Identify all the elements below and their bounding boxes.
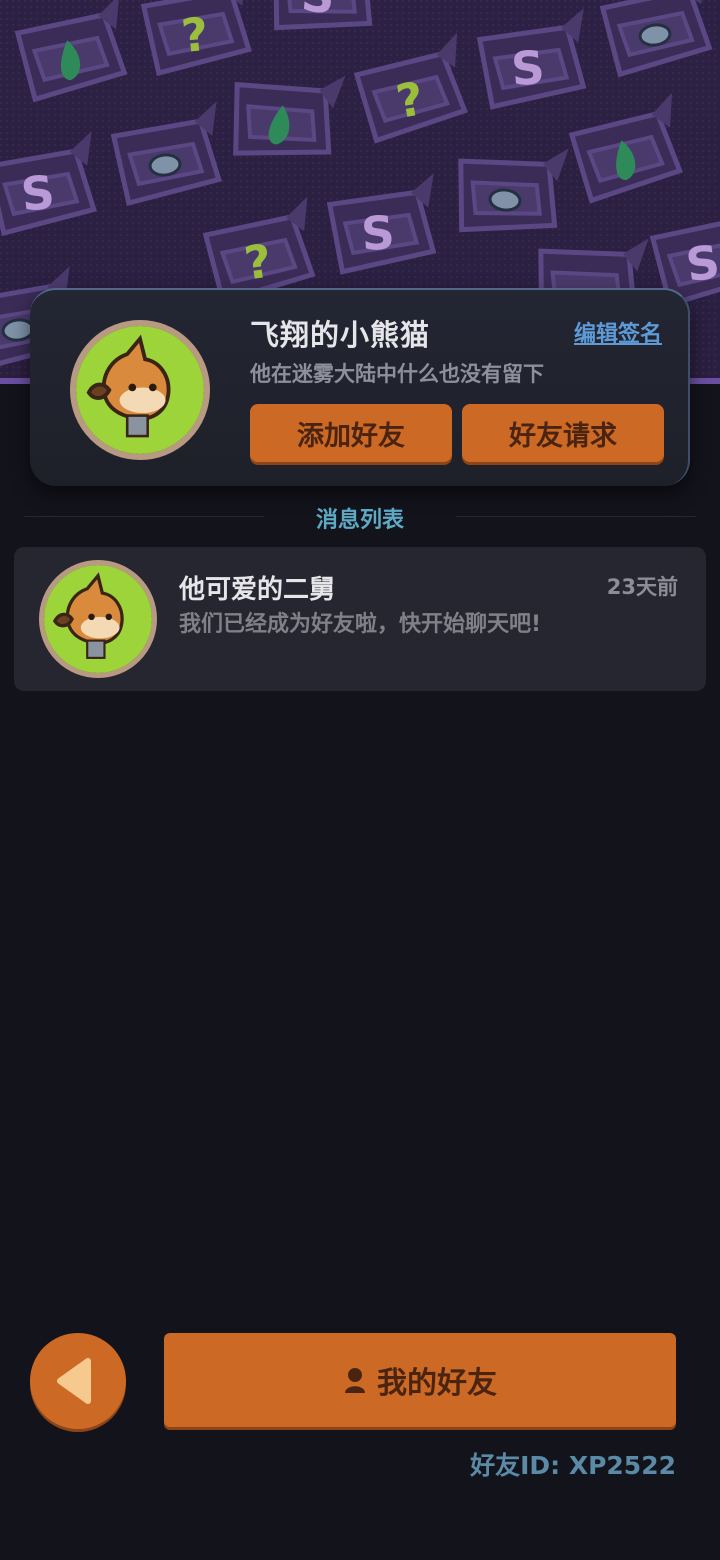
person-icon	[345, 1368, 365, 1393]
signature-text: 他在迷雾大陆中什么也没有留下	[250, 362, 544, 386]
message-sender-name: 他可爱的二舅	[179, 575, 336, 605]
friend-requests-button[interactable]: 好友请求	[462, 404, 664, 462]
fox-avatar-icon	[76, 326, 204, 454]
back-arrow-icon	[57, 1358, 91, 1404]
message-list-item[interactable]: 他可爱的二舅 23天前 我们已经成为好友啦，快开始聊天吧!	[14, 547, 706, 691]
fox-avatar-icon	[44, 565, 152, 673]
username: 飞翔的小熊猫	[250, 318, 431, 352]
profile-avatar[interactable]	[70, 320, 210, 460]
profile-card: 飞翔的小熊猫 编辑签名 他在迷雾大陆中什么也没有留下 添加好友 好友请求	[30, 288, 690, 486]
my-friends-button[interactable]: 我的好友	[164, 1333, 676, 1427]
message-avatar	[39, 560, 157, 678]
message-list-title: 消息列表	[315, 508, 404, 533]
message-preview: 我们已经成为好友啦，快开始聊天吧!	[179, 612, 542, 637]
add-friend-button[interactable]: 添加好友	[250, 404, 452, 462]
back-button[interactable]	[30, 1333, 126, 1429]
my-friends-label: 我的好友	[377, 1366, 497, 1401]
friend-id-text: 好友ID: XP2522	[470, 1451, 676, 1480]
message-timestamp: 23天前	[606, 575, 678, 599]
edit-signature-link[interactable]: 编辑签名	[574, 316, 662, 348]
